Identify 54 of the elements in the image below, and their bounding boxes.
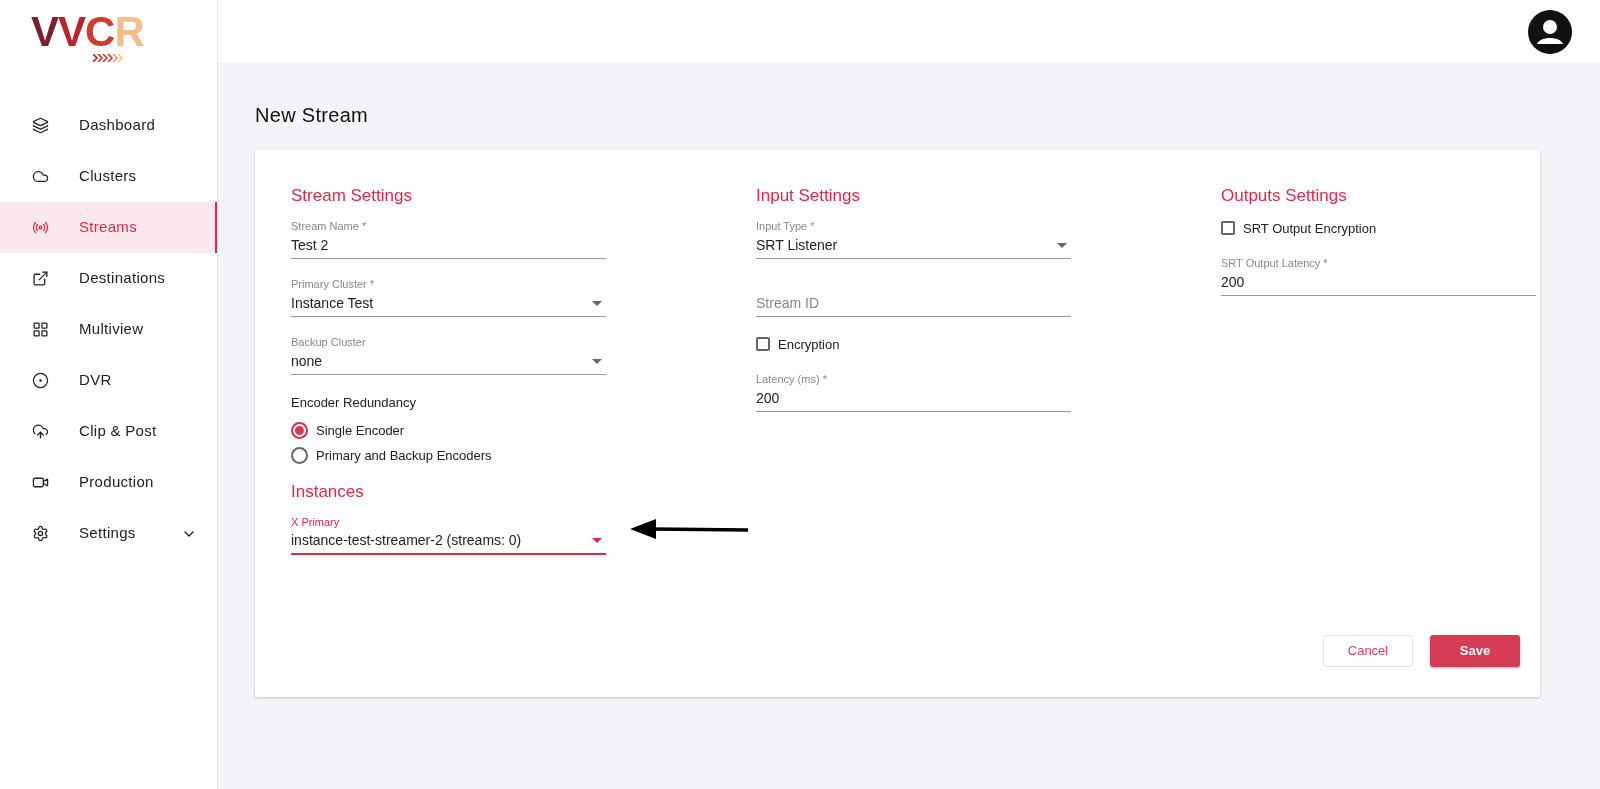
logo: VVCR [31, 12, 144, 52]
input-field[interactable]: Test 2 [291, 232, 606, 259]
save-button[interactable]: Save [1430, 635, 1520, 667]
nav-item[interactable]: Dashboard [0, 100, 217, 151]
field-label: Stream Name * [291, 218, 368, 233]
select-field[interactable]: none [291, 348, 606, 375]
nav-item[interactable]: Destinations [0, 253, 217, 304]
cancel-button[interactable]: Cancel [1323, 635, 1413, 667]
input-field[interactable]: Stream ID [756, 290, 1071, 317]
dropdown-caret-icon [592, 538, 602, 543]
cloud-upload-icon [32, 423, 49, 440]
nav-item[interactable]: Production [0, 457, 217, 508]
nav-item[interactable]: Clusters [0, 151, 217, 202]
checkbox-label: SRT Output Encryption [1243, 219, 1377, 238]
dropdown-caret-icon [1057, 242, 1067, 248]
nav-item[interactable]: Settings [0, 508, 217, 559]
group-label: Encoder Redundancy [291, 393, 418, 412]
user-avatar-icon[interactable] [1528, 9, 1572, 54]
radio-label: Primary and Backup Encoders [316, 446, 492, 465]
section-title: Outputs Settings [1221, 185, 1348, 207]
input-field[interactable]: 200 [1221, 270, 1536, 296]
cloud-icon [32, 168, 49, 185]
target-icon [32, 372, 49, 389]
checkbox[interactable] [1221, 221, 1235, 236]
field-label: Primary Cluster * [291, 276, 376, 291]
input-field[interactable]: 200 [756, 386, 1071, 412]
settings-icon [32, 525, 49, 542]
section-title: Instances [291, 481, 365, 503]
field-label: X Primary [291, 514, 341, 529]
radio-label: Single Encoder [316, 421, 405, 440]
nav-item[interactable]: Streams [0, 202, 217, 253]
checkbox[interactable] [756, 337, 770, 352]
radio-button[interactable] [291, 447, 308, 464]
external-link-icon [32, 270, 49, 287]
dropdown-caret-icon [592, 300, 602, 306]
section-title: Stream Settings [291, 185, 413, 207]
dropdown-caret-icon [592, 358, 602, 364]
field-label: Latency (ms) * [756, 372, 828, 386]
nav-item[interactable]: Clip & Post [0, 406, 217, 457]
field-label: SRT Output Latency * [1221, 256, 1329, 270]
layers-icon [32, 117, 49, 134]
page-title: New Stream [255, 103, 370, 128]
nav-item[interactable]: DVR [0, 355, 217, 406]
checkbox-label: Encryption [778, 335, 840, 354]
radio-button[interactable] [291, 422, 308, 439]
field-label: Input Type * [756, 218, 816, 233]
broadcast-icon [32, 219, 49, 236]
field-label: Backup Cluster [291, 334, 367, 349]
select-field[interactable]: SRT Listener [756, 232, 1071, 259]
section-title: Input Settings [756, 185, 861, 207]
select-field[interactable]: Instance Test [291, 290, 606, 317]
nav-item[interactable]: Multiview [0, 304, 217, 355]
select-field[interactable]: instance-test-streamer-2 (streams: 0) [291, 528, 606, 555]
grid-icon [32, 321, 49, 338]
